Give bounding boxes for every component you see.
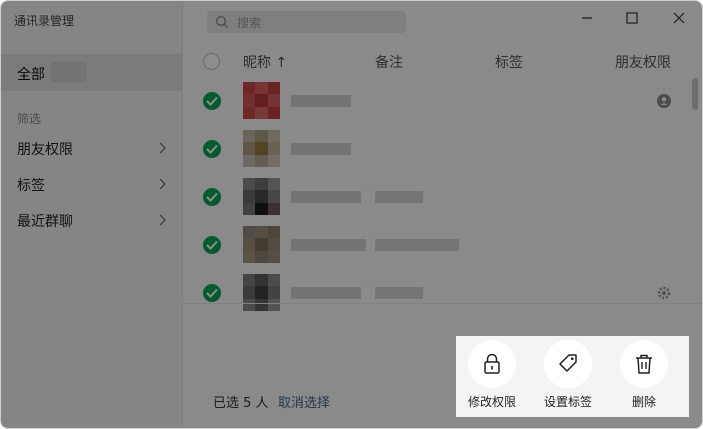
- tag-icon: [559, 354, 577, 372]
- action-label: 设置标签: [543, 395, 592, 409]
- action-circle: [620, 340, 668, 388]
- action-label: 修改权限: [467, 395, 516, 409]
- batch-action-panel: 修改权限 设置标签 删除: [456, 336, 689, 417]
- action-label: 删除: [631, 395, 656, 409]
- trash-icon: [636, 354, 652, 374]
- modify-permission-button[interactable]: 修改权限: [458, 336, 526, 417]
- action-circle: [544, 340, 592, 388]
- delete-button[interactable]: 删除: [610, 336, 678, 417]
- lock-icon: [484, 353, 500, 374]
- contacts-manager-window: 通讯录管理 全部 筛选 朋友权限 标签 最近群聊 搜索 昵称 ↑ 备注 标签 朋…: [0, 0, 703, 429]
- set-tag-button[interactable]: 设置标签: [534, 336, 602, 417]
- action-circle: [468, 340, 516, 388]
